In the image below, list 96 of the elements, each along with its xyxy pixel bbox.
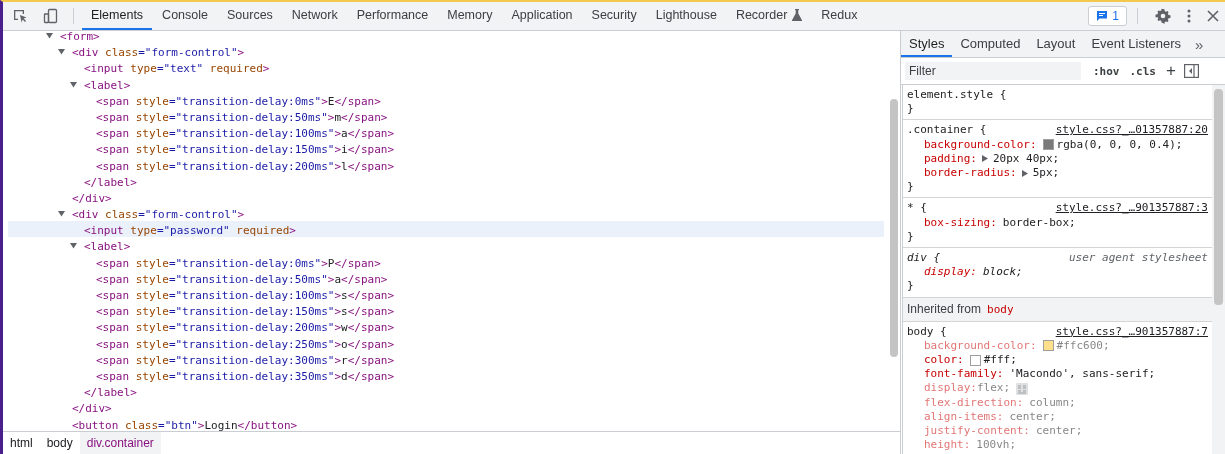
dom-node-line[interactable]: <button class="btn">Login</button> <box>72 418 298 431</box>
dom-node-line[interactable]: <span style="transition-delay:250ms">o</span> <box>96 337 395 351</box>
expand-arrow-icon[interactable] <box>70 242 77 250</box>
panel-tab[interactable]: Security <box>582 2 646 30</box>
dom-node-line[interactable]: <input type="text" required> <box>84 62 270 76</box>
inherited-selector[interactable]: body <box>987 302 1014 316</box>
source-link[interactable]: style.css?_…901357887:3 <box>1055 201 1208 216</box>
panel-tab[interactable]: Lighthouse <box>646 2 726 30</box>
css-declaration[interactable]: padding: 20px 40px; <box>907 151 1208 166</box>
panel-tab[interactable]: Memory <box>438 2 502 30</box>
scrollbar[interactable] <box>1212 85 1225 454</box>
dom-node-line[interactable]: <label> <box>84 240 131 254</box>
panel-tab[interactable]: Performance <box>347 2 438 30</box>
closing-brace: } <box>907 229 915 245</box>
sidebar-toggle-icon[interactable] <box>1183 64 1199 78</box>
dom-node-line[interactable]: <span style="transition-delay:50ms">a</span> <box>96 272 388 286</box>
expand-arrow-icon[interactable] <box>58 48 65 56</box>
closing-brace: } <box>907 102 915 117</box>
css-selector: element.style { <box>907 88 1007 103</box>
css-declaration[interactable]: height: 100vh; <box>907 438 1208 453</box>
dom-node-line[interactable]: </div> <box>72 191 112 205</box>
class-toggle[interactable]: .cls <box>1127 64 1158 78</box>
css-declaration[interactable]: background-color: rgba(0, 0, 0, 0.4); <box>907 137 1208 152</box>
css-declaration[interactable]: display:flex; <box>907 381 1208 396</box>
filter-field[interactable]: Filter <box>905 62 1081 80</box>
sidebar-tab[interactable]: Layout <box>1028 31 1084 57</box>
sidebar-tab[interactable]: Event Listeners <box>1083 31 1190 57</box>
breadcrumb[interactable]: html <box>3 432 40 454</box>
dom-node-line[interactable]: <form> <box>60 31 100 43</box>
panel-tab[interactable]: Sources <box>218 2 282 30</box>
css-selector: div { <box>907 251 941 266</box>
close-icon[interactable] <box>1207 10 1219 22</box>
inspect-icon[interactable] <box>12 8 28 24</box>
panel-tab[interactable]: Elements <box>82 2 153 30</box>
panel-tab[interactable]: Application <box>502 2 582 30</box>
dom-node-line[interactable]: </div> <box>72 402 112 416</box>
dom-node-line[interactable]: </label> <box>84 175 137 189</box>
dom-node-line[interactable]: <span style="transition-delay:300ms">r</span> <box>96 353 395 367</box>
new-rule-button[interactable]: + <box>1164 63 1178 79</box>
dom-node-line[interactable]: <span style="transition-delay:100ms">a</span> <box>96 127 395 141</box>
issues-button[interactable]: 1 <box>1088 6 1127 26</box>
expand-arrow-icon[interactable] <box>70 80 77 88</box>
dom-node-line[interactable]: <span style="transition-delay:200ms">l</span> <box>96 159 395 173</box>
dom-node-line[interactable]: <span style="transition-delay:150ms">s</span> <box>96 305 395 319</box>
breadcrumb[interactable]: div.container <box>79 432 161 454</box>
dom-node-line[interactable]: <span style="transition-delay:150ms">i</span> <box>96 143 395 157</box>
css-declaration[interactable]: box-sizing: border-box; <box>907 215 1208 230</box>
dom-node-line[interactable]: <label> <box>84 78 131 92</box>
inherited-label: Inherited from <box>907 302 982 317</box>
dom-node-line[interactable]: </label> <box>84 386 137 400</box>
color-swatch[interactable] <box>969 354 981 366</box>
css-selector: .container { <box>907 123 987 138</box>
dom-node-line[interactable]: <span style="transition-delay:200ms">w</span> <box>96 321 395 335</box>
css-declaration[interactable]: border-radius: 5px; <box>907 166 1208 181</box>
css-declaration[interactable]: flex-direction: column; <box>907 395 1208 410</box>
css-declaration[interactable]: display: block; <box>907 265 1208 280</box>
expand-arrow-icon[interactable] <box>46 32 53 39</box>
dom-node-line[interactable]: <span style="transition-delay:0ms">P</span> <box>96 256 381 270</box>
closing-brace: } <box>907 180 915 195</box>
dom-node-line[interactable]: <span style="transition-delay:350ms">d</span> <box>96 369 395 383</box>
message-icon <box>1096 10 1109 22</box>
more-options-icon[interactable] <box>1186 8 1192 24</box>
dom-node-line[interactable]: <span style="transition-delay:100ms">s</span> <box>96 289 395 302</box>
css-declaration[interactable]: align-items: center; <box>907 409 1208 425</box>
css-declaration[interactable]: background-color: #ffc600; <box>907 338 1208 354</box>
source-link[interactable]: style.css?_…901357887:7 <box>1055 324 1208 339</box>
more-tabs-button[interactable]: » <box>1189 31 1210 57</box>
css-selector: body { <box>907 324 947 339</box>
dom-node-line[interactable]: <span style="transition-delay:50ms">m</span> <box>96 110 388 124</box>
css-declaration[interactable]: justify-content: center; <box>907 424 1208 439</box>
device-toolbar-icon[interactable] <box>43 8 59 24</box>
css-selector: * { <box>907 201 927 216</box>
source-link[interactable]: style.css?_…01357887:20 <box>1055 123 1208 138</box>
sidebar-tab[interactable]: Computed <box>952 31 1029 57</box>
panel-tab[interactable]: Redux <box>812 2 867 30</box>
breadcrumb[interactable]: body <box>39 432 80 454</box>
closing-brace: } <box>907 279 915 294</box>
css-declaration[interactable]: font-family: 'Macondo', sans-serif; <box>907 367 1208 382</box>
sidebar-tab[interactable]: Styles <box>901 31 953 57</box>
expand-arrow-icon[interactable] <box>982 155 988 163</box>
panel-tab[interactable]: Console <box>153 2 217 30</box>
color-swatch[interactable] <box>1042 340 1054 352</box>
hover-toggle[interactable]: :hov <box>1091 64 1122 78</box>
flask-icon <box>792 9 803 21</box>
dom-node-line[interactable]: <div class="form-control"> <box>72 208 245 222</box>
panel-tab[interactable]: Recorder <box>726 2 812 30</box>
source-label: user agent stylesheet <box>1068 251 1208 266</box>
expand-arrow-icon[interactable] <box>1021 169 1028 177</box>
dom-node-line[interactable]: <div class="form-control"> <box>72 46 245 60</box>
expand-arrow-icon[interactable] <box>58 210 65 218</box>
dom-node-line[interactable]: <span style="transition-delay:0ms">E</span> <box>96 94 381 108</box>
css-declaration[interactable]: color: #fff; <box>907 353 1208 368</box>
settings-icon[interactable] <box>1155 8 1171 24</box>
dom-node-line[interactable]: <input type="password" required> <box>84 224 296 238</box>
panel-tab[interactable]: Network <box>282 2 347 30</box>
color-swatch[interactable] <box>1042 139 1054 151</box>
